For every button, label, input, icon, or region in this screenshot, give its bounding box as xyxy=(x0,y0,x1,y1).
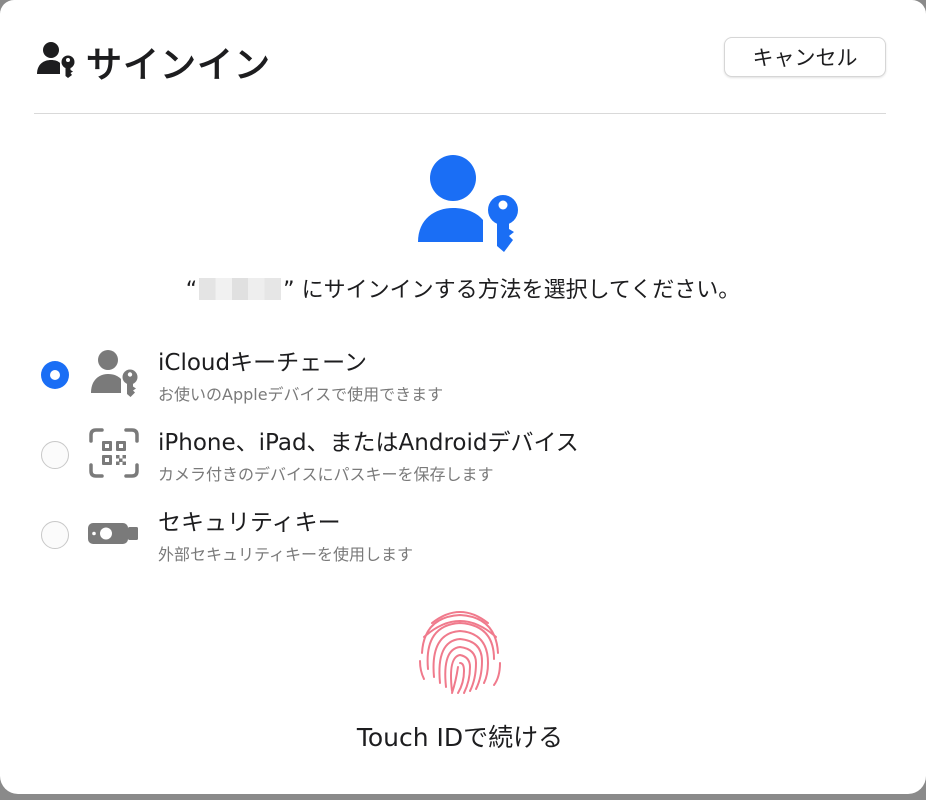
option-subtitle: 外部セキュリティキーを使用します xyxy=(158,545,414,564)
radio-icloud-keychain[interactable] xyxy=(41,361,69,389)
option-title: iPhone、iPad、またはAndroidデバイス xyxy=(158,430,579,456)
person-key-icon xyxy=(37,42,75,78)
radio-security-key[interactable] xyxy=(41,521,69,549)
redacted-site-name xyxy=(199,278,282,300)
dialog-title: サインイン xyxy=(86,45,272,86)
sign-in-dialog: サインイン キャンセル “ ” にサインインする方法を選択してください。 iClo… xyxy=(0,0,926,794)
prompt-text: にサインインする方法を選択してください。 xyxy=(301,278,741,303)
option-title: セキュリティキー xyxy=(158,510,341,536)
security-key-icon xyxy=(88,523,138,544)
prompt-open-quote: “ xyxy=(185,278,198,303)
qr-code-icon xyxy=(89,428,139,478)
option-icloud-keychain[interactable]: iCloudキーチェーン お使いのAppleデバイスで使用できます xyxy=(0,341,926,411)
prompt-close-quote: ” xyxy=(283,278,295,303)
cancel-button[interactable]: キャンセル xyxy=(724,37,886,77)
option-subtitle: お使いのAppleデバイスで使用できます xyxy=(158,385,444,404)
option-title: iCloudキーチェーン xyxy=(158,350,367,376)
person-key-icon xyxy=(91,350,138,397)
fingerprint-icon[interactable] xyxy=(414,603,506,695)
person-key-icon xyxy=(418,155,518,252)
option-subtitle: カメラ付きのデバイスにパスキーを保存します xyxy=(158,465,494,484)
header-divider xyxy=(34,113,886,114)
touch-id-label[interactable]: Touch IDで続ける xyxy=(0,718,920,754)
sign-in-prompt: “ ” にサインインする方法を選択してください。 xyxy=(0,272,926,304)
option-phone-device[interactable]: iPhone、iPad、またはAndroidデバイス カメラ付きのデバイスにパス… xyxy=(0,421,926,491)
radio-phone-device[interactable] xyxy=(41,441,69,469)
option-security-key[interactable]: セキュリティキー 外部セキュリティキーを使用します xyxy=(0,501,926,571)
